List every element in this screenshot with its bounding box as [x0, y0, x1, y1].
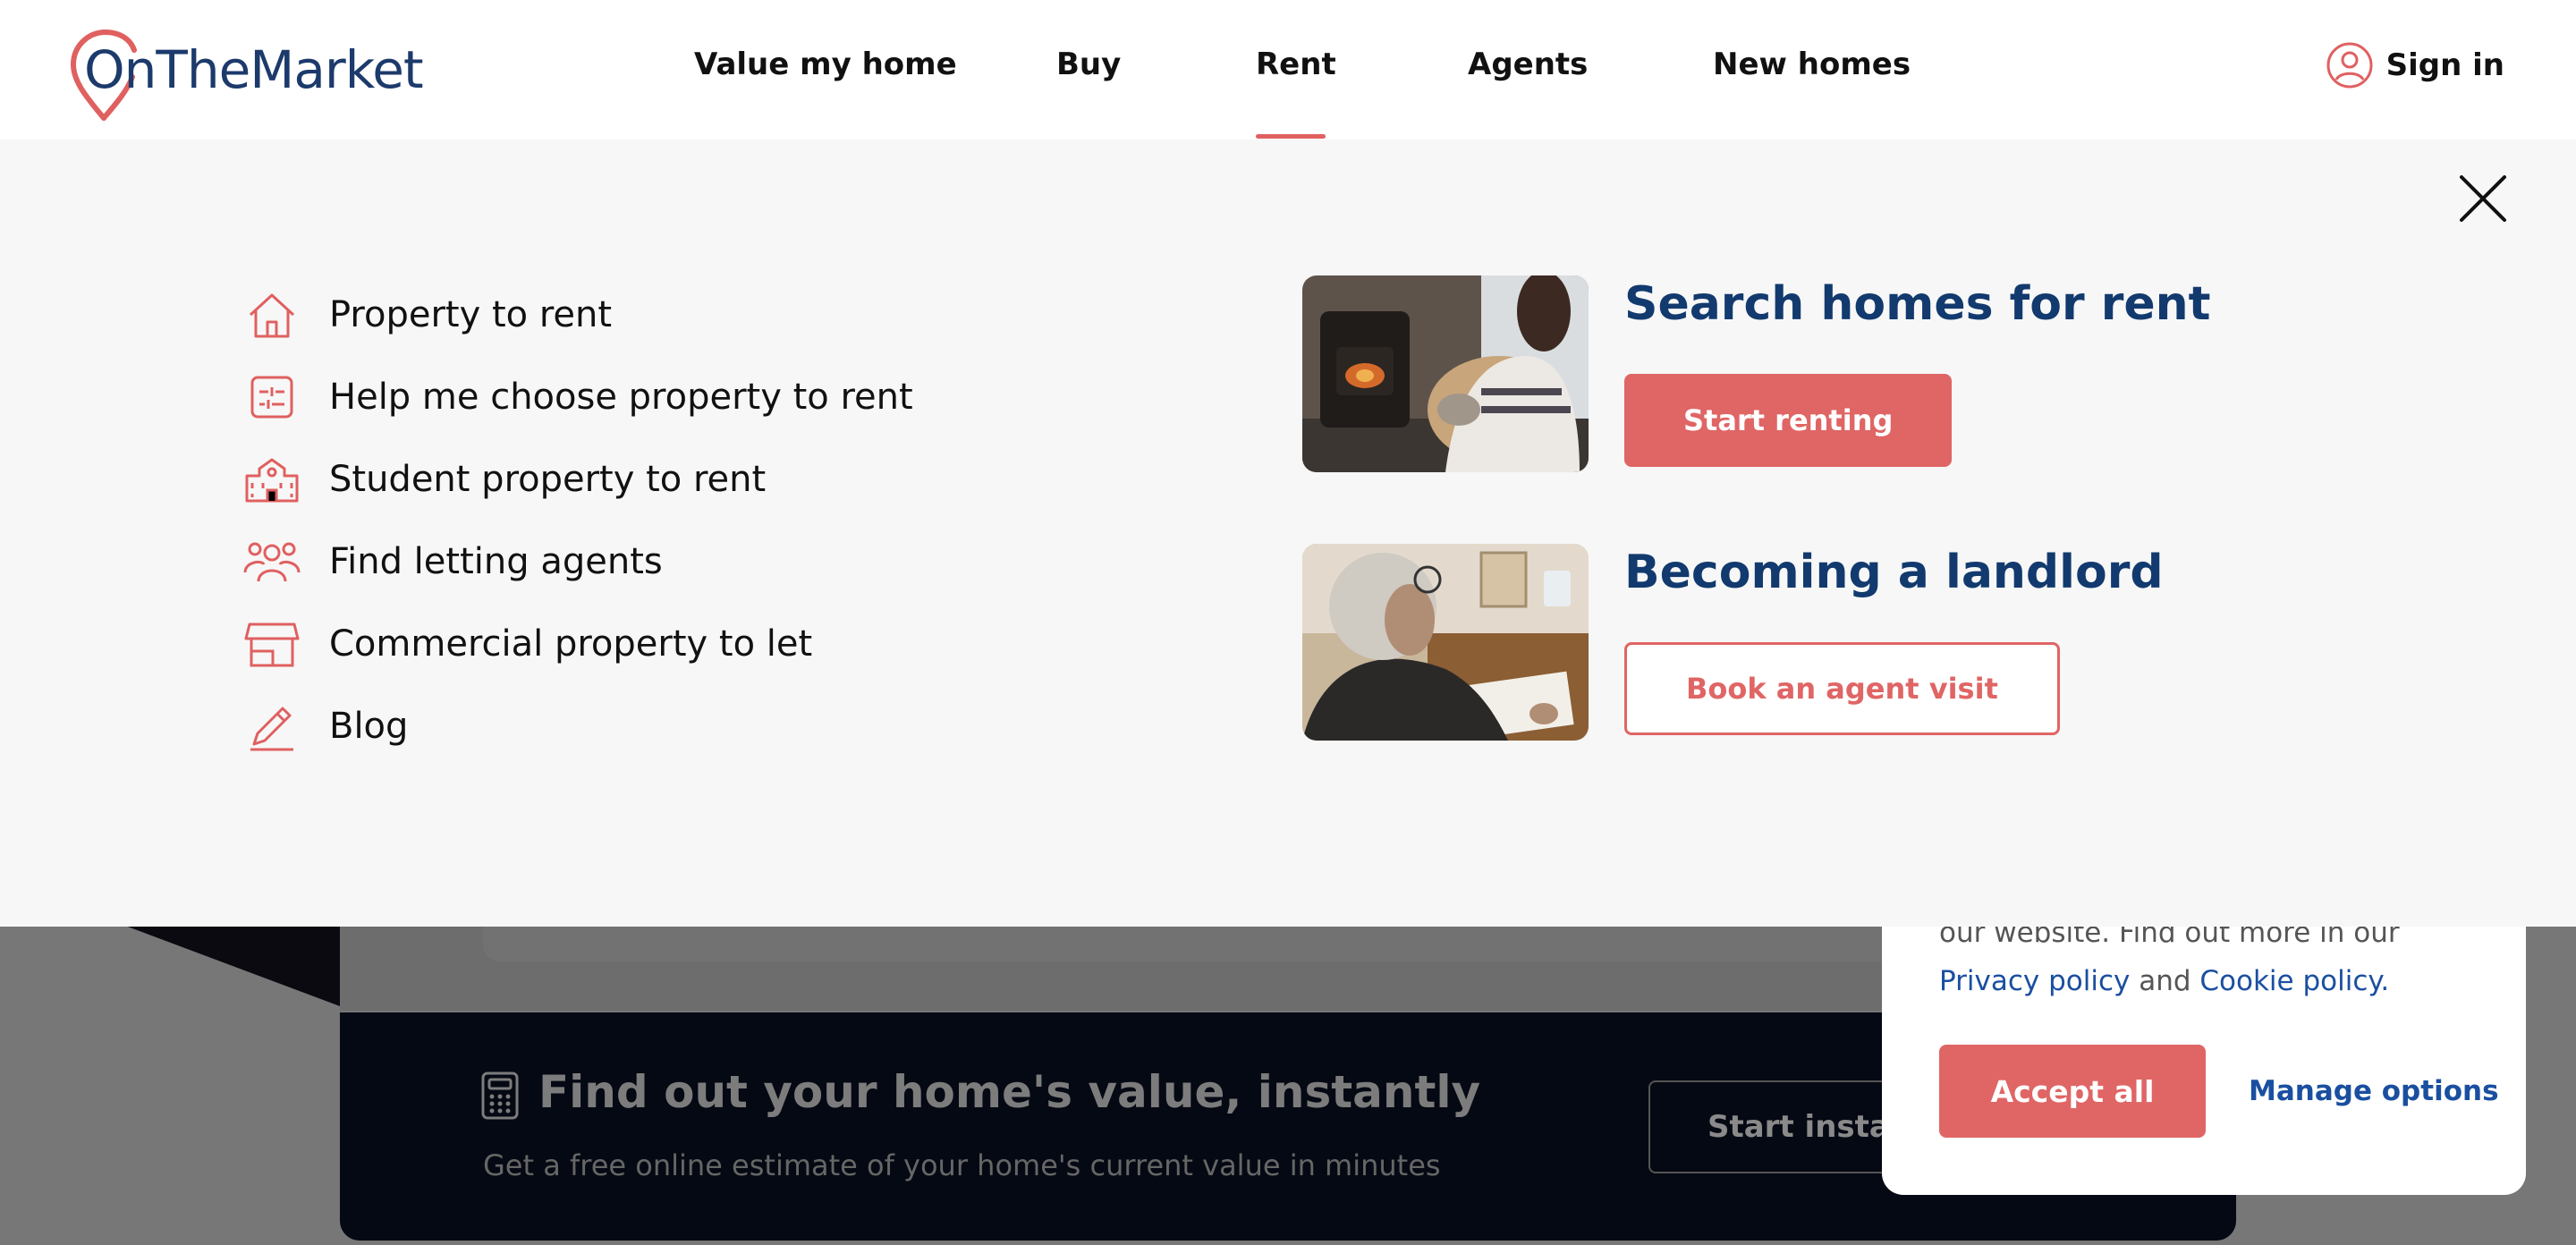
home-value-subtitle: Get a free online estimate of your home'… [483, 1148, 1441, 1182]
nav-value-my-home[interactable]: Value my home [694, 47, 957, 82]
people-icon [242, 531, 302, 592]
menu-link-student-property[interactable]: Student property to rent [242, 438, 913, 521]
school-building-icon [242, 449, 302, 510]
nav-rent[interactable]: Rent [1256, 47, 1336, 82]
cookie-and-text: and [2139, 965, 2191, 997]
accept-all-button[interactable]: Accept all [1939, 1045, 2206, 1138]
main-nav: Value my home Buy Rent Agents New homes [0, 0, 2576, 140]
becoming-landlord-title: Becoming a landlord [1624, 546, 2164, 599]
menu-link-label: Find letting agents [329, 541, 663, 582]
close-icon[interactable] [2458, 174, 2508, 224]
cookie-consent-card: our website. Find out more in our Privac… [1882, 894, 2526, 1195]
filter-sliders-icon [242, 367, 302, 428]
background-search-panel [483, 926, 2004, 961]
home-value-title: Find out your home's value, instantly [538, 1066, 1481, 1118]
sign-in-button[interactable]: Sign in [2326, 41, 2504, 89]
rent-mega-menu: Property to rent Help me choose property… [0, 140, 2576, 927]
active-nav-indicator [1256, 134, 1326, 139]
nav-buy[interactable]: Buy [1056, 47, 1121, 82]
rent-links-list: Property to rent Help me choose property… [242, 274, 913, 767]
menu-link-find-letting-agents[interactable]: Find letting agents [242, 521, 913, 603]
search-homes-title: Search homes for rent [1624, 277, 2211, 331]
nav-new-homes[interactable]: New homes [1713, 47, 1911, 82]
menu-link-label: Blog [329, 706, 409, 747]
site-header: OnTheMarket Value my home Buy Rent Agent… [0, 0, 2576, 140]
menu-link-label: Help me choose property to rent [329, 377, 913, 418]
user-account-icon [2326, 42, 2373, 89]
menu-link-property-to-rent[interactable]: Property to rent [242, 274, 913, 356]
shopfront-icon [242, 614, 302, 674]
cookie-policy-link[interactable]: Cookie policy. [2199, 965, 2389, 997]
sign-in-label: Sign in [2385, 47, 2504, 83]
menu-link-label: Commercial property to let [329, 623, 813, 665]
pencil-icon [242, 696, 302, 757]
man-writing-at-desk-photo [1302, 544, 1589, 741]
privacy-policy-link[interactable]: Privacy policy [1939, 965, 2130, 997]
background-decoration [125, 926, 340, 1006]
start-renting-button[interactable]: Start renting [1624, 374, 1953, 467]
menu-link-label: Property to rent [329, 294, 613, 335]
menu-link-help-me-choose[interactable]: Help me choose property to rent [242, 356, 913, 438]
house-icon [242, 284, 302, 345]
woman-by-wood-stove-photo [1302, 275, 1589, 472]
nav-agents[interactable]: Agents [1468, 47, 1588, 82]
menu-link-commercial-property[interactable]: Commercial property to let [242, 603, 913, 685]
calculator-icon [481, 1071, 519, 1120]
manage-options-link[interactable]: Manage options [2249, 1075, 2499, 1107]
menu-link-blog[interactable]: Blog [242, 685, 913, 767]
menu-link-label: Student property to rent [329, 459, 767, 500]
book-agent-visit-button[interactable]: Book an agent visit [1624, 642, 2060, 735]
